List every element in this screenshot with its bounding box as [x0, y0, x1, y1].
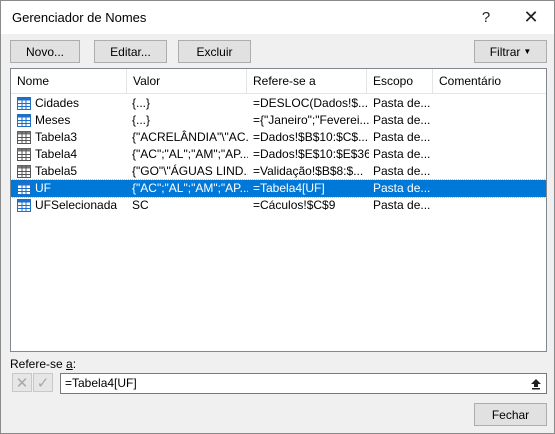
filter-button-label: Filtrar [489, 44, 521, 59]
value-cell: {"AC";"AL";"AM";"AP... [132, 147, 248, 161]
new-button-label: Novo... [25, 44, 64, 59]
column-header-scope[interactable]: Escopo [367, 69, 433, 94]
column-header-comment[interactable]: Comentário [433, 69, 546, 94]
named-range-icon [17, 182, 31, 195]
name-cell: Tabela5 [17, 163, 129, 180]
edit-button-label: Editar... [110, 44, 151, 59]
name-cell: UFSelecionada [17, 197, 129, 214]
named-range-icon [17, 199, 31, 212]
collapse-dialog-icon [531, 378, 541, 389]
list-item[interactable]: UFSelecionada SC =Cáculos!$C$9 Pasta de... [11, 197, 546, 214]
scope-cell: Pasta de... [373, 130, 431, 144]
collapse-dialog-button[interactable] [526, 374, 546, 393]
delete-button[interactable]: Excluir [178, 40, 251, 63]
refers-to-cell: =DESLOC(Dados!$... [253, 96, 369, 110]
name-cell: Meses [17, 112, 129, 129]
refers-to-cell: =Dados!$E$10:$E$36 [253, 147, 369, 161]
scope-cell: Pasta de... [373, 181, 431, 195]
name-cell: Tabela4 [17, 146, 129, 163]
value-cell: {...} [132, 96, 151, 110]
refers-to-cell: =Dados!$B$10:$C$... [253, 130, 369, 144]
name-text: UF [35, 181, 51, 195]
name-text: Tabela4 [35, 147, 78, 161]
new-button[interactable]: Novo... [10, 40, 80, 63]
refers-to-cell: ={"Janeiro";"Feverei... [253, 113, 369, 127]
scope-cell: Pasta de... [373, 164, 431, 178]
list-header: Nome Valor Refere-se a Escopo Comentário [11, 69, 546, 94]
name-cell: UF [17, 180, 129, 197]
scope-cell: Pasta de... [373, 113, 431, 127]
dropdown-arrow-icon: ▼ [523, 47, 532, 56]
refers-to-input[interactable]: =Tabela4[UF] [60, 373, 547, 394]
value-cell: {"AC";"AL";"AM";"AP... [132, 181, 248, 195]
scope-cell: Pasta de... [373, 198, 431, 212]
name-text: Meses [35, 113, 71, 127]
dialog-title: Gerenciador de Nomes [12, 10, 147, 25]
list-item[interactable]: Meses {...} ={"Janeiro";"Feverei... Pasta d… [11, 112, 546, 129]
column-header-value[interactable]: Valor [127, 69, 247, 94]
close-button[interactable]: Fechar [474, 403, 547, 426]
refers-to-cell: =Tabela4[UF] [253, 181, 325, 195]
named-range-icon [17, 114, 31, 127]
column-header-name[interactable]: Nome [11, 69, 127, 94]
refers-to-label-text: Refere-se [10, 357, 67, 371]
name-cell: Tabela3 [17, 129, 129, 146]
name-manager-dialog: Gerenciador de Nomes ? ✕ Novo... Editar.… [0, 0, 555, 434]
name-text: UFSelecionada [35, 198, 118, 212]
refers-to-cell: =Cáculos!$C$9 [253, 198, 336, 212]
table-icon [17, 131, 31, 144]
value-cell: {"ACRELÂNDIA"\"AC... [132, 130, 248, 144]
column-header-refers-to[interactable]: Refere-se a [247, 69, 367, 94]
refers-to-cell: =Validação!$B$8:$... [253, 164, 364, 178]
table-icon [17, 148, 31, 161]
list-item[interactable]: Tabela3 {"ACRELÂNDIA"\"AC... =Dados!$B$10:… [11, 129, 546, 146]
close-icon[interactable]: ✕ [508, 1, 554, 34]
confirm-edit-button[interactable]: ✓ [33, 373, 53, 392]
name-text: Tabela3 [35, 130, 78, 144]
delete-button-label: Excluir [196, 44, 233, 59]
table-icon [17, 165, 31, 178]
named-range-icon [17, 97, 31, 110]
list-item[interactable]: Cidades {...} =DESLOC(Dados!$... Pasta de..… [11, 95, 546, 112]
names-list[interactable]: Nome Valor Refere-se a Escopo Comentário… [10, 68, 547, 352]
value-cell: SC [132, 198, 149, 212]
help-button[interactable]: ? [463, 1, 509, 34]
name-text: Cidades [35, 96, 80, 110]
checkmark-icon: ✓ [36, 374, 50, 392]
cancel-edit-button[interactable]: ✕ [12, 373, 32, 392]
name-cell: Cidades [17, 95, 129, 112]
cancel-x-icon: ✕ [15, 374, 29, 392]
edit-button[interactable]: Editar... [94, 40, 167, 63]
refers-to-label: Refere-se a: [10, 357, 76, 371]
close-button-label: Fechar [491, 407, 530, 422]
scope-cell: Pasta de... [373, 96, 431, 110]
refers-to-label-colon: : [72, 357, 77, 371]
filter-button[interactable]: Filtrar ▼ [474, 40, 547, 63]
name-text: Tabela5 [35, 164, 78, 178]
value-cell: {...} [132, 113, 151, 127]
refers-to-label-accesskey: a [66, 357, 73, 371]
title-bar: Gerenciador de Nomes ? ✕ [1, 1, 554, 34]
value-cell: {"GO"\"ÁGUAS LIND... [132, 164, 248, 178]
scope-cell: Pasta de... [373, 147, 431, 161]
list-item[interactable]: UF {"AC";"AL";"AM";"AP... =Tabela4[UF] Past… [11, 179, 546, 198]
list-item[interactable]: Tabela4 {"AC";"AL";"AM";"AP... =Dados!$E$1… [11, 146, 546, 163]
list-item[interactable]: Tabela5 {"GO"\"ÁGUAS LIND... =Validação!$B… [11, 163, 546, 180]
